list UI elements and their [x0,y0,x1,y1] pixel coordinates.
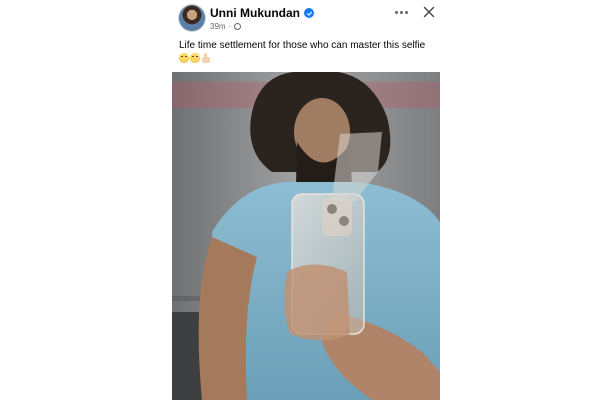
camera-lens [339,216,349,226]
verified-badge-icon [304,8,314,18]
author-name[interactable]: Unni Mukundan [210,6,300,20]
author-header: Unni Mukundan [210,6,314,20]
hand [284,264,350,341]
dot-icon [404,10,408,14]
smirking-face-icon [190,53,200,63]
globe-icon [234,22,242,30]
more-options-button[interactable] [390,4,412,20]
thumbs-up-icon [201,53,211,63]
camera-lens [327,204,337,214]
post-timestamp[interactable]: 39m [210,22,226,31]
relieved-face-icon [179,53,189,63]
author-avatar[interactable] [179,5,205,31]
close-icon [423,6,435,18]
post-caption: Life time settlement for those who can m… [179,40,426,51]
close-button[interactable] [420,3,438,21]
phone-camera-bump [322,198,352,236]
dot-icon [394,10,398,14]
facebook-post: Unni Mukundan 39m · Life time settlement… [0,0,600,400]
post-meta: 39m · [210,21,242,31]
meta-separator: · [228,21,232,31]
caption-emojis [179,52,211,64]
post-photo[interactable] [172,72,440,400]
dot-icon [399,10,403,14]
